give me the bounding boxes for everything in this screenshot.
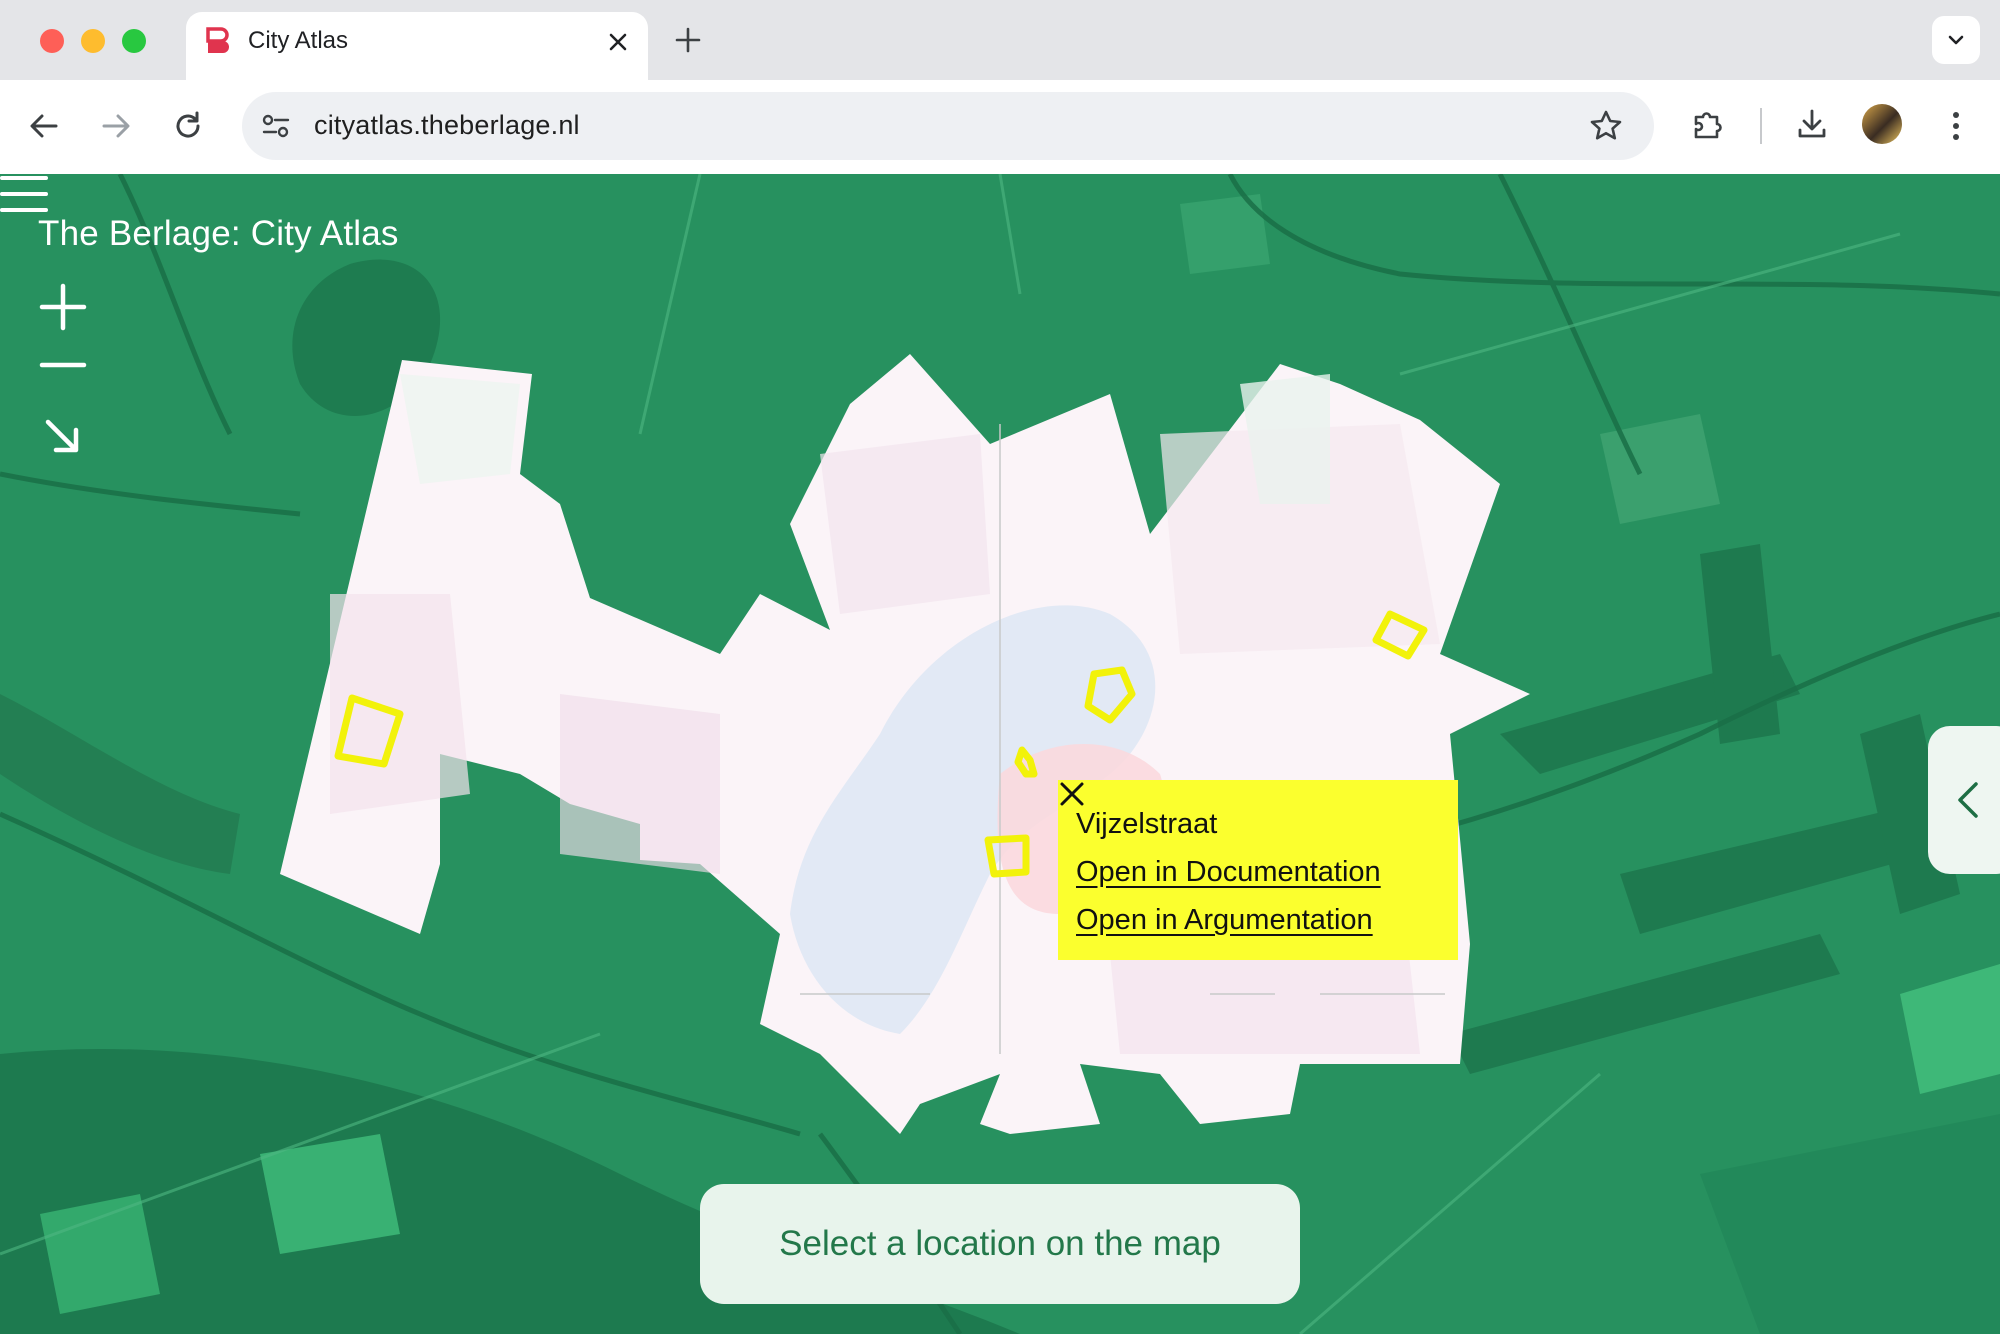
select-location-prompt[interactable]: Select a location on the map <box>700 1184 1300 1304</box>
zoom-in-icon[interactable] <box>36 280 90 334</box>
berlage-logo-icon <box>206 27 229 53</box>
address-bar[interactable]: cityatlas.theberlage.nl <box>242 92 1654 160</box>
reset-view-arrow-icon[interactable] <box>36 410 90 464</box>
bookmark-star-icon[interactable] <box>1588 108 1624 144</box>
hamburger-menu-icon[interactable] <box>0 174 48 214</box>
tab-title: City Atlas <box>248 27 349 54</box>
close-icon[interactable] <box>1058 780 1086 808</box>
open-in-documentation-link[interactable]: Open in Documentation <box>1076 856 1381 889</box>
tab-search-button[interactable] <box>1932 16 1980 64</box>
browser-toolbar: cityatlas.theberlage.nl <box>0 80 2000 174</box>
open-in-argumentation-link[interactable]: Open in Argumentation <box>1076 904 1373 937</box>
toolbar-divider <box>1760 108 1762 144</box>
city-map[interactable]: The Berlage: City Atlas Vijzelstraat Ope… <box>0 174 2000 1334</box>
download-icon[interactable] <box>1794 106 1830 142</box>
back-icon[interactable] <box>26 108 62 144</box>
more-menu-icon[interactable] <box>1938 108 1974 144</box>
forward-icon[interactable] <box>98 108 134 144</box>
chevron-down-icon <box>1948 35 1964 45</box>
profile-avatar[interactable] <box>1862 104 1902 144</box>
chevron-left-icon <box>1958 782 1978 818</box>
tab-close-icon[interactable] <box>606 30 630 54</box>
window-zoom-button[interactable] <box>122 29 146 53</box>
site-title[interactable]: The Berlage: City Atlas <box>38 214 399 254</box>
reload-icon[interactable] <box>170 108 206 144</box>
location-popup: Vijzelstraat Open in Documentation Open … <box>1058 780 1458 960</box>
new-tab-icon[interactable] <box>674 26 702 54</box>
map-canvas[interactable] <box>0 174 2000 1334</box>
url-text: cityatlas.theberlage.nl <box>314 110 580 140</box>
window-close-button[interactable] <box>40 29 64 53</box>
window-minimize-button[interactable] <box>81 29 105 53</box>
site-settings-icon[interactable] <box>260 110 292 142</box>
browser-tab-active[interactable]: City Atlas <box>186 12 648 80</box>
browser-tab-strip: City Atlas <box>0 0 2000 80</box>
popup-title: Vijzelstraat <box>1076 808 1218 840</box>
side-panel-toggle[interactable] <box>1928 726 2000 874</box>
zoom-out-icon[interactable] <box>36 338 90 392</box>
extensions-icon[interactable] <box>1690 106 1726 142</box>
